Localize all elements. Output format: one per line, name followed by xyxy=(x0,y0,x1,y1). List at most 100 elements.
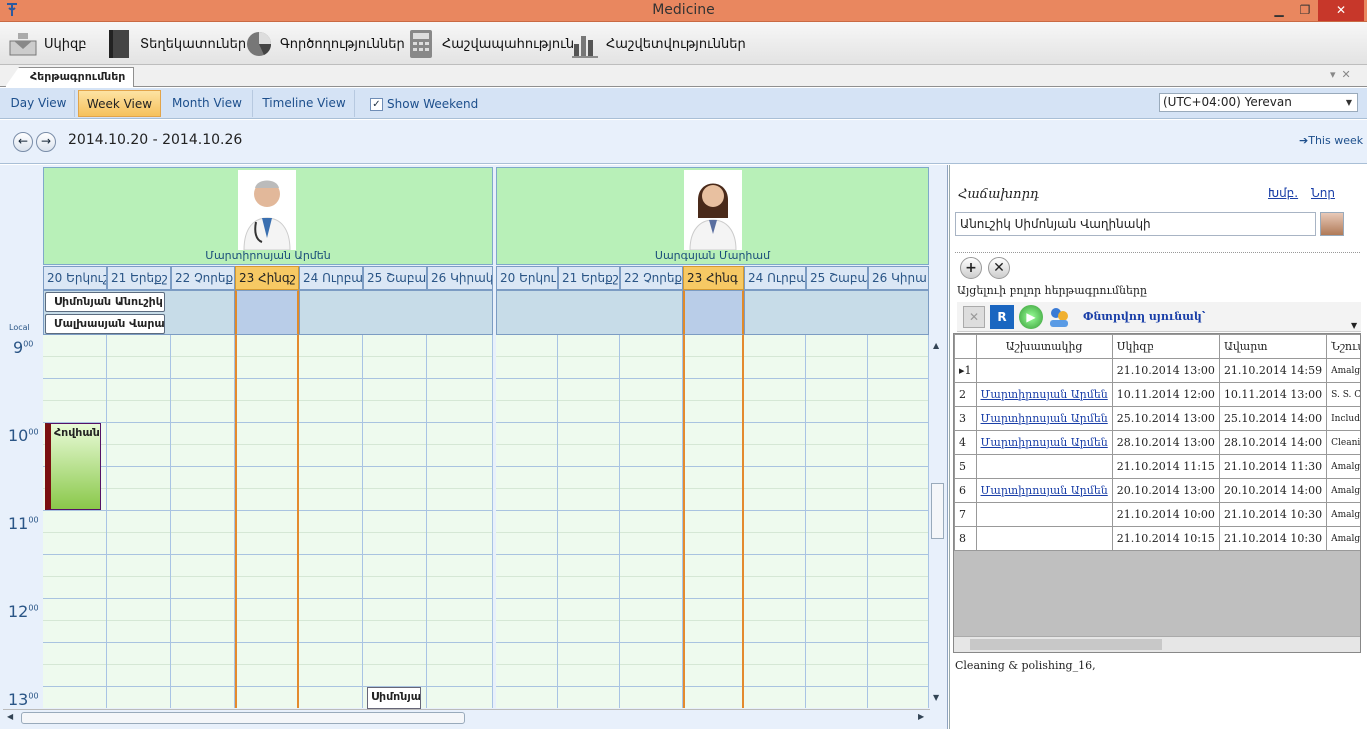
menu-reports[interactable]: Հաշվետվություններ xyxy=(570,28,746,60)
report-icon[interactable]: R xyxy=(990,305,1014,329)
horizontal-scrollbar[interactable]: ◀ ▶ xyxy=(3,709,930,726)
play-icon[interactable]: ▶ xyxy=(1019,305,1043,329)
allday-cell[interactable] xyxy=(744,290,929,335)
scroll-down-icon[interactable]: ▼ xyxy=(933,693,939,702)
show-weekend-checkbox[interactable]: ✓ Show Weekend xyxy=(370,97,478,111)
day-header-today[interactable]: 23 Հինգշ xyxy=(235,266,299,290)
scroll-thumb[interactable] xyxy=(970,639,1162,650)
table-row[interactable]: 5 21.10.2014 11:1521.10.2014 11:30Amalgam… xyxy=(954,454,1360,479)
allday-appointment[interactable]: Մալխասյան Վարազ xyxy=(45,314,165,334)
time-grid-column[interactable] xyxy=(496,335,558,708)
time-grid-column[interactable] xyxy=(171,335,235,708)
day-header[interactable]: 20 Երկուշ xyxy=(43,266,107,290)
table-row[interactable]: 2 Մարտիրոսյան Արմեն 10.11.2014 12:00 10.11.… xyxy=(954,382,1360,407)
day-header[interactable]: 26 Կիրա xyxy=(868,266,929,290)
day-header[interactable]: 20 Երկու xyxy=(496,266,558,290)
minimize-button[interactable]: ▁ xyxy=(1266,0,1292,21)
scroll-left-icon[interactable]: ◀ xyxy=(7,712,13,721)
employee-cell[interactable]: Մարտիրոսյան Արմեն xyxy=(975,382,1113,407)
users-icon[interactable] xyxy=(1047,305,1071,329)
menu-operations[interactable]: Գործողություններ xyxy=(244,28,405,60)
day-header[interactable]: 21 Երեքշ xyxy=(107,266,171,290)
allday-appointment[interactable]: Սիմոնյան Անուշիկ xyxy=(45,292,165,312)
time-grid-column[interactable] xyxy=(43,335,107,708)
scroll-right-icon[interactable]: ▶ xyxy=(918,712,924,721)
excel-export-icon[interactable]: ✕ xyxy=(963,306,985,328)
employee-cell[interactable]: Մարտիրոսյան Արմեն xyxy=(975,430,1113,455)
day-header[interactable]: 24 Ուրբա xyxy=(299,266,363,290)
day-header-today[interactable]: 23 Հինգ xyxy=(683,266,744,290)
column-header[interactable]: Նշումներ xyxy=(1326,334,1360,359)
maximize-button[interactable]: ❐ xyxy=(1292,0,1318,21)
day-header[interactable]: 25 Շաբա xyxy=(363,266,427,290)
table-row[interactable]: ▸1 21.10.2014 13:0021.10.2014 14:59Amalga… xyxy=(954,358,1360,383)
scroll-thumb[interactable] xyxy=(21,712,465,724)
day-header[interactable]: 22 Չորեք xyxy=(171,266,235,290)
day-header[interactable]: 26 Կիրակ xyxy=(427,266,493,290)
column-header[interactable]: Աշխատակից xyxy=(975,334,1113,359)
chevron-down-icon[interactable]: ▼ xyxy=(1351,321,1357,330)
employee-cell[interactable] xyxy=(975,526,1113,551)
tab-controls[interactable]: ▾✕ xyxy=(1330,68,1357,81)
allday-cell[interactable] xyxy=(235,290,299,335)
row-number: 7 xyxy=(954,502,977,527)
employee-cell[interactable] xyxy=(975,454,1113,479)
row-number: ▸1 xyxy=(954,358,977,383)
patient-photo-button[interactable] xyxy=(1320,212,1344,236)
edit-link[interactable]: Խմբ. xyxy=(1268,186,1298,200)
timezone-select[interactable]: (UTC+04:00) Yerevan ▼ xyxy=(1159,93,1358,112)
table-row[interactable]: 7 21.10.2014 10:0021.10.2014 10:30Amalgam… xyxy=(954,502,1360,527)
table-row[interactable]: 4 Մարտիրոսյան Արմեն 28.10.2014 13:00 28.10.… xyxy=(954,430,1360,455)
time-grid-column[interactable] xyxy=(868,335,929,708)
allday-cell[interactable] xyxy=(299,290,493,335)
next-week-button[interactable]: → xyxy=(36,132,56,152)
patient-field[interactable]: Անուշիկ Սիմոնյան Վաղինակի xyxy=(955,212,1316,236)
close-button[interactable]: ✕ xyxy=(1318,0,1364,21)
time-grid-column[interactable] xyxy=(235,335,299,708)
employee-cell[interactable]: Մարտիրոսյան Արմեն xyxy=(975,406,1113,431)
tab-appointments[interactable]: Հերթագրումներ xyxy=(5,67,135,87)
delete-icon[interactable]: ✕ xyxy=(988,257,1010,279)
time-grid-column[interactable] xyxy=(427,335,493,708)
time-grid-column[interactable] xyxy=(558,335,620,708)
appointment[interactable]: Սիմոնյա xyxy=(367,687,421,709)
day-header[interactable]: 24 Ուրբա xyxy=(744,266,806,290)
allday-cell[interactable] xyxy=(496,290,683,335)
employee-cell[interactable] xyxy=(975,358,1113,383)
column-header[interactable]: Ավարտ xyxy=(1218,334,1328,359)
week-view-button[interactable]: Week View xyxy=(78,90,161,117)
scroll-thumb[interactable] xyxy=(931,483,944,539)
grid-horizontal-scrollbar[interactable] xyxy=(954,636,1360,652)
table-row[interactable]: 8 21.10.2014 10:1521.10.2014 10:30Amalgam… xyxy=(954,526,1360,551)
employee-cell[interactable]: Մարտիրոսյան Արմեն xyxy=(975,478,1113,503)
month-view-button[interactable]: Month View xyxy=(162,90,253,117)
time-grid-column[interactable] xyxy=(363,335,427,708)
time-grid-column[interactable] xyxy=(620,335,683,708)
menu-directories[interactable]: Տեղեկատուներ xyxy=(104,28,246,60)
time-grid-column[interactable] xyxy=(744,335,806,708)
day-header[interactable]: 25 Շաբա xyxy=(806,266,868,290)
day-view-button[interactable]: Day View xyxy=(3,90,75,117)
time-grid-column[interactable] xyxy=(683,335,744,708)
scroll-up-icon[interactable]: ▲ xyxy=(933,341,939,350)
prev-week-button[interactable]: ← xyxy=(13,132,33,152)
column-header[interactable] xyxy=(954,334,977,359)
this-week-link[interactable]: ➔This week xyxy=(1299,134,1363,147)
column-header[interactable]: Սկիզբ xyxy=(1111,334,1220,359)
time-grid-column[interactable] xyxy=(299,335,363,708)
day-header[interactable]: 21 Երեքշ xyxy=(558,266,620,290)
new-link[interactable]: Նոր xyxy=(1311,186,1335,200)
table-row[interactable]: 3 Մարտիրոսյան Արմեն 25.10.2014 13:00 25.10.… xyxy=(954,406,1360,431)
vertical-scrollbar[interactable]: ▲ ▼ xyxy=(929,335,946,708)
appointment[interactable]: Հովհան xyxy=(45,423,101,510)
menu-accounting[interactable]: Հաշվապահություն xyxy=(406,28,574,60)
add-icon[interactable]: + xyxy=(960,257,982,279)
time-grid-column[interactable] xyxy=(107,335,171,708)
day-header[interactable]: 22 Չորեք xyxy=(620,266,683,290)
table-row[interactable]: 6 Մարտիրոսյան Արմեն 20.10.2014 13:00 20.10.… xyxy=(954,478,1360,503)
allday-cell[interactable] xyxy=(683,290,744,335)
employee-cell[interactable] xyxy=(975,502,1113,527)
time-grid-column[interactable] xyxy=(806,335,868,708)
menu-home[interactable]: Սկիզբ xyxy=(8,28,87,60)
timeline-view-button[interactable]: Timeline View xyxy=(254,90,355,117)
